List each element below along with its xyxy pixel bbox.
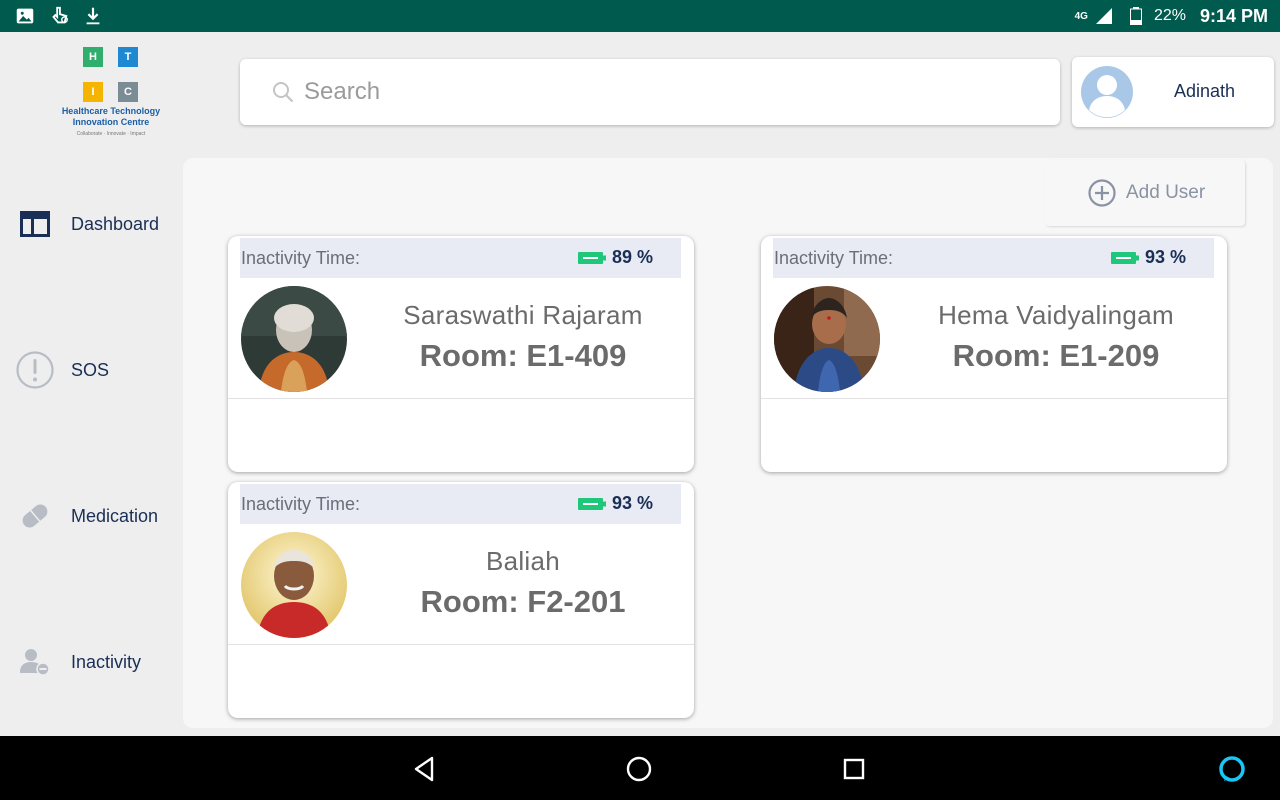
resident-name: Saraswathi Rajaram (403, 300, 643, 330)
logo-tile: I (83, 82, 103, 102)
sidebar-item-label: Inactivity (71, 651, 142, 672)
touch-icon (52, 6, 68, 24)
avatar (1081, 66, 1133, 118)
resident-room: Room: E1-409 (419, 338, 627, 373)
search-bar[interactable] (240, 59, 1060, 125)
sidebar-item-label: Medication (71, 505, 159, 526)
card-header: Inactivity Time: 89 % (240, 238, 681, 278)
sidebar-item-inactivity[interactable]: Inactivity (14, 641, 141, 683)
home-icon[interactable] (624, 754, 654, 784)
pill-icon (14, 495, 56, 537)
device-battery-value: 93 % (612, 493, 654, 513)
logo-line-2: Innovation Centre (72, 117, 150, 127)
logo-tile: H (83, 47, 103, 67)
dashboard-icon (14, 203, 56, 245)
recent-apps-icon[interactable] (839, 754, 869, 784)
battery-icon (1129, 7, 1142, 25)
logo-tagline: Collaborate · Innovate · Impact (76, 131, 146, 137)
search-input[interactable] (304, 73, 1044, 111)
resident-room: Room: E1-209 (952, 338, 1160, 373)
resident-photo (774, 286, 880, 392)
inactivity-time-label: Inactivity Time: (774, 248, 894, 268)
resident-card[interactable]: Inactivity Time: 93 % Hema Vaidyalingam … (761, 236, 1227, 472)
card-header: Inactivity Time: 93 % (773, 238, 1214, 278)
logo-line-1: Healthcare Technology (61, 106, 161, 116)
logo-tile: C (118, 82, 138, 102)
card-divider (228, 398, 694, 399)
network-type: 4G (1074, 10, 1088, 22)
sidebar-item-dashboard[interactable]: Dashboard (14, 203, 159, 245)
resident-photo (241, 286, 347, 392)
add-user-label: Add User (1126, 182, 1206, 203)
add-circle-icon (1088, 179, 1116, 207)
card-header: Inactivity Time: 93 % (240, 484, 681, 524)
user-name: Adinath (1174, 81, 1236, 101)
logo-text: Healthcare Technology Innovation Centre (55, 106, 167, 128)
logo-tile: T (118, 47, 138, 67)
inactivity-icon (14, 641, 56, 683)
device-battery-value: 93 % (1145, 247, 1187, 267)
search-icon (273, 82, 294, 103)
card-divider (761, 398, 1227, 399)
clock: 9:14 PM (1199, 5, 1268, 26)
resident-room: Room: F2-201 (420, 584, 626, 619)
sidebar-item-label: SOS (71, 359, 110, 380)
resident-name: Baliah (485, 546, 561, 576)
resident-photo (241, 532, 347, 638)
sidebar-item-sos[interactable]: SOS (14, 349, 109, 391)
user-profile-button[interactable]: Adinath (1072, 57, 1274, 127)
download-icon (86, 7, 100, 25)
sidebar-item-label: Dashboard (71, 213, 160, 234)
add-user-button[interactable]: Add User (1045, 160, 1245, 226)
device-battery-icon (1111, 252, 1139, 264)
device-battery-value: 89 % (612, 247, 654, 267)
back-icon[interactable] (410, 754, 440, 784)
alexa-icon[interactable] (1217, 754, 1247, 784)
system-navigation-bar (0, 736, 1280, 800)
inactivity-time-label: Inactivity Time: (241, 494, 361, 514)
status-bar: 4G 22% 9:14 PM (0, 0, 1280, 32)
device-battery-icon (578, 498, 606, 510)
alert-icon (14, 349, 56, 391)
gallery-icon (16, 8, 34, 24)
resident-card[interactable]: Inactivity Time: 89 % Saraswathi Rajaram… (228, 236, 694, 472)
card-divider (228, 644, 694, 645)
htic-logo: H T I C Healthcare Technology Innovation… (55, 44, 167, 140)
resident-card[interactable]: Inactivity Time: 93 % Baliah Room: F2-20… (228, 482, 694, 718)
inactivity-time-label: Inactivity Time: (241, 248, 361, 268)
device-battery-icon (578, 252, 606, 264)
signal-icon (1095, 8, 1112, 24)
sidebar-item-medication[interactable]: Medication (14, 495, 158, 537)
resident-name: Hema Vaidyalingam (938, 300, 1174, 330)
battery-percent: 22% (1153, 7, 1186, 24)
